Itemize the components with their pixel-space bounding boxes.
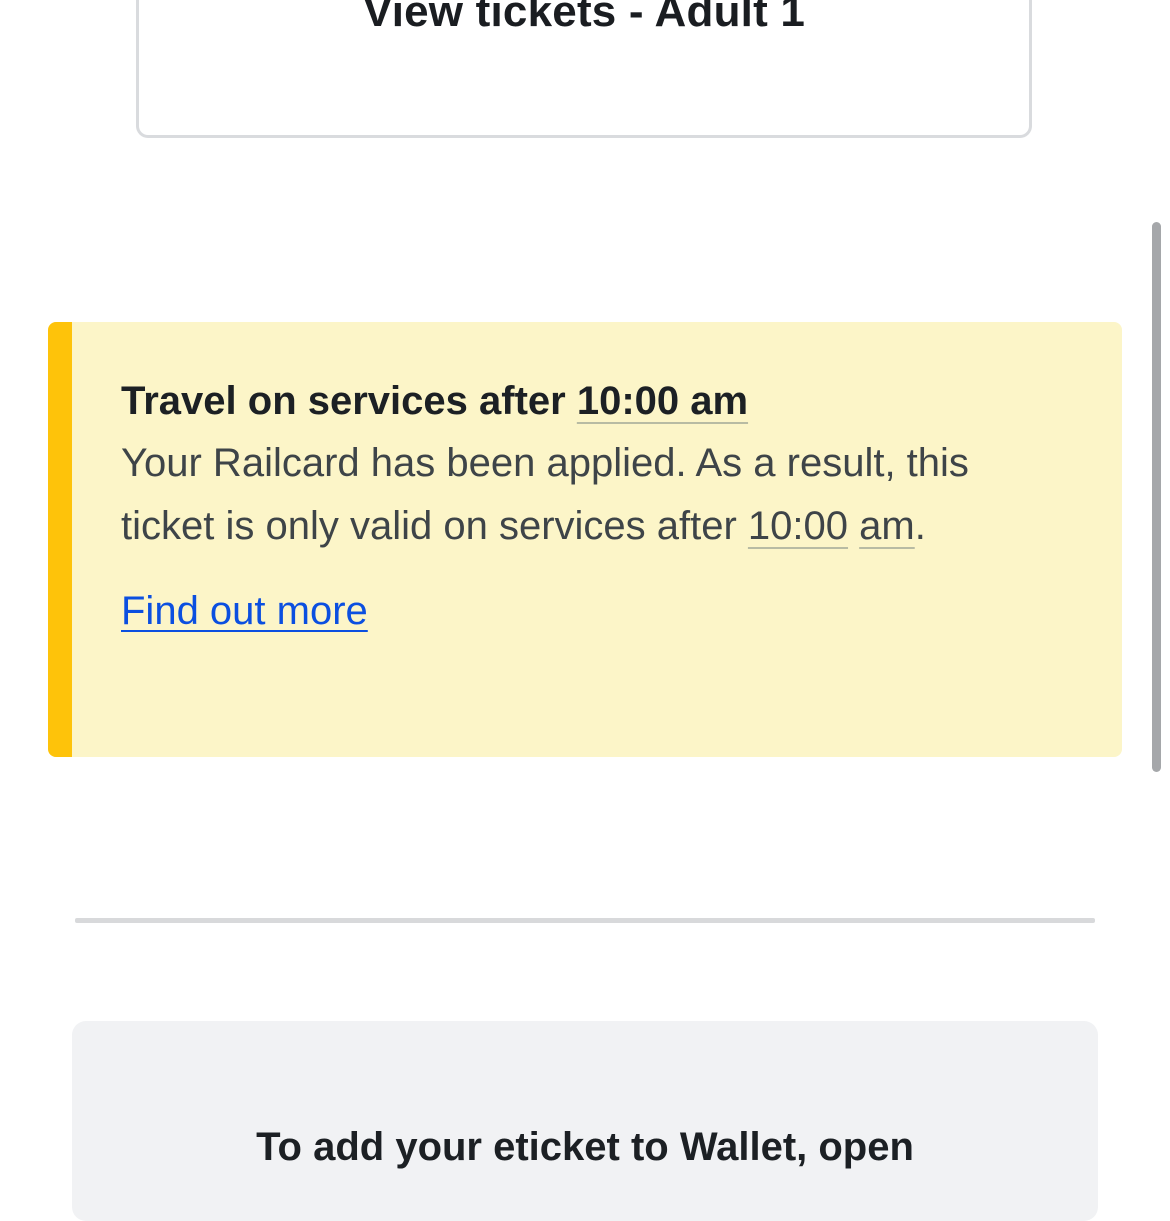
notice-heading: Travel on services after 10:00 am (121, 374, 1052, 428)
notice-accent-bar (48, 322, 72, 757)
section-divider (75, 918, 1095, 923)
wallet-card-text: To add your eticket to Wallet, open (256, 1125, 914, 1169)
view-tickets-card[interactable]: View tickets - Adult 1 (136, 0, 1032, 138)
notice-body: Your Railcard has been applied. As a res… (121, 432, 1052, 558)
find-out-more-link[interactable]: Find out more (121, 584, 368, 638)
view-tickets-title[interactable]: View tickets - Adult 1 (139, 0, 1029, 34)
wallet-card: To add your eticket to Wallet, open (72, 1021, 1098, 1221)
scrollbar[interactable] (1152, 222, 1161, 772)
notice-body-suffix: . (914, 504, 926, 548)
notice-content: Travel on services after 10:00 am Your R… (121, 374, 1052, 638)
railcard-notice: Travel on services after 10:00 am Your R… (48, 322, 1122, 757)
notice-body-time-suffix: am (859, 504, 915, 548)
notice-heading-prefix: Travel on services after (121, 379, 577, 423)
notice-heading-time: 10:00 am (576, 379, 749, 423)
notice-body-time: 10:00 (747, 504, 849, 548)
